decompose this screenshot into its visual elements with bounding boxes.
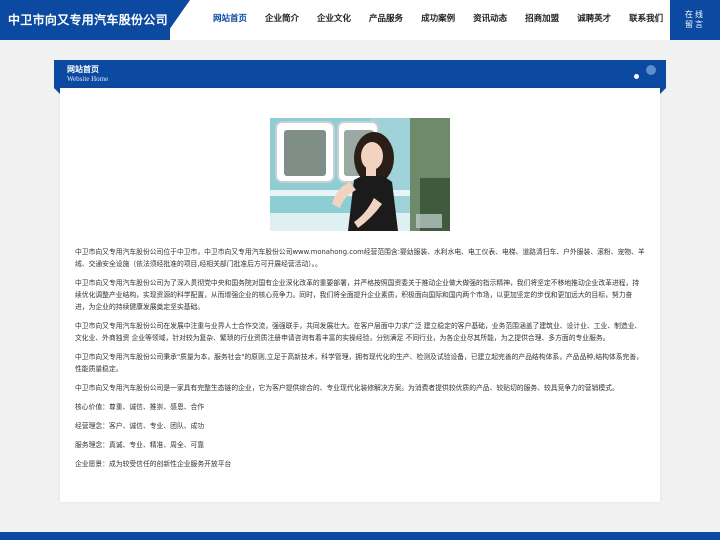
nav-item-franchise[interactable]: 招商加盟 [516,0,568,40]
nav-item-about[interactable]: 企业简介 [256,0,308,40]
nav-item-news[interactable]: 资讯动态 [464,0,516,40]
nav-item-products[interactable]: 产品服务 [360,0,412,40]
band-corner-right [660,88,666,94]
nav-item-cases[interactable]: 成功案例 [412,0,464,40]
corporate-vision: 企业愿景：成为较受信任的创新性企业服务开放平台 [75,460,232,468]
decor-dot-large [646,65,656,75]
site-logo-text[interactable]: 中卫市向又专用汽车股份公司 [8,11,168,28]
section-band: 网站首页 Website Home [54,60,666,88]
section-title: 网站首页 [67,65,99,74]
nav-item-careers[interactable]: 诚聘英才 [568,0,620,40]
paragraph-ecosystem: 中卫市向又专用汽车股份公司是一家具有完整生态链的企业，它为客户提供综合的、专业现… [75,384,619,392]
nav-item-contact[interactable]: 联系我们 [620,0,672,40]
paragraph-quality: 中卫市向又专用汽车股份公司秉承"质量为本，服务社会"的原则,立足于高新技术，科学… [75,353,643,373]
decor-dot-small [634,74,639,79]
featured-photo [270,118,450,231]
content-card: 中卫市向又专用汽车股份公司位于中卫市，中卫市向又专用汽车股份公司www.mona… [60,88,660,502]
article-body: 中卫市向又专用汽车股份公司位于中卫市，中卫市向又专用汽车股份公司www.mona… [75,246,645,477]
nav-item-home[interactable]: 网站首页 [204,0,256,40]
business-philosophy: 经营理念：客户、诚信、专业、团队、成功 [75,422,205,430]
online-message-button[interactable]: 在线 留言 [670,0,720,40]
footer-bar [0,532,720,540]
service-philosophy: 服务理念：真诚、专业、精准、周全、可靠 [75,441,205,449]
core-values: 核心价值：尊重、诚信、推崇、感恩、合作 [75,403,205,411]
nav-item-culture[interactable]: 企业文化 [308,0,360,40]
paragraph-cooperation: 中卫市向又专用汽车股份公司在发展中注重与业界人士合作交流，强强联手，共同发展壮大… [75,322,642,342]
paragraph-intro: 中卫市向又专用汽车股份公司位于中卫市，中卫市向又专用汽车股份公司www.mona… [75,248,645,268]
site-header: 中卫市向又专用汽车股份公司 网站首页 企业简介 企业文化 产品服务 成功案例 资… [0,0,720,40]
main-nav: 网站首页 企业简介 企业文化 产品服务 成功案例 资讯动态 招商加盟 诚聘英才 … [204,0,672,40]
section-subtitle: Website Home [67,75,109,83]
photo-illustration [270,118,450,231]
online-label-line2: 留言 [685,20,705,29]
paragraph-reform: 中卫市向又专用汽车股份公司为了深入贯彻党中央和国务院对国有企业深化改革的重要部署… [75,279,640,311]
online-label-line1: 在线 [685,10,705,19]
